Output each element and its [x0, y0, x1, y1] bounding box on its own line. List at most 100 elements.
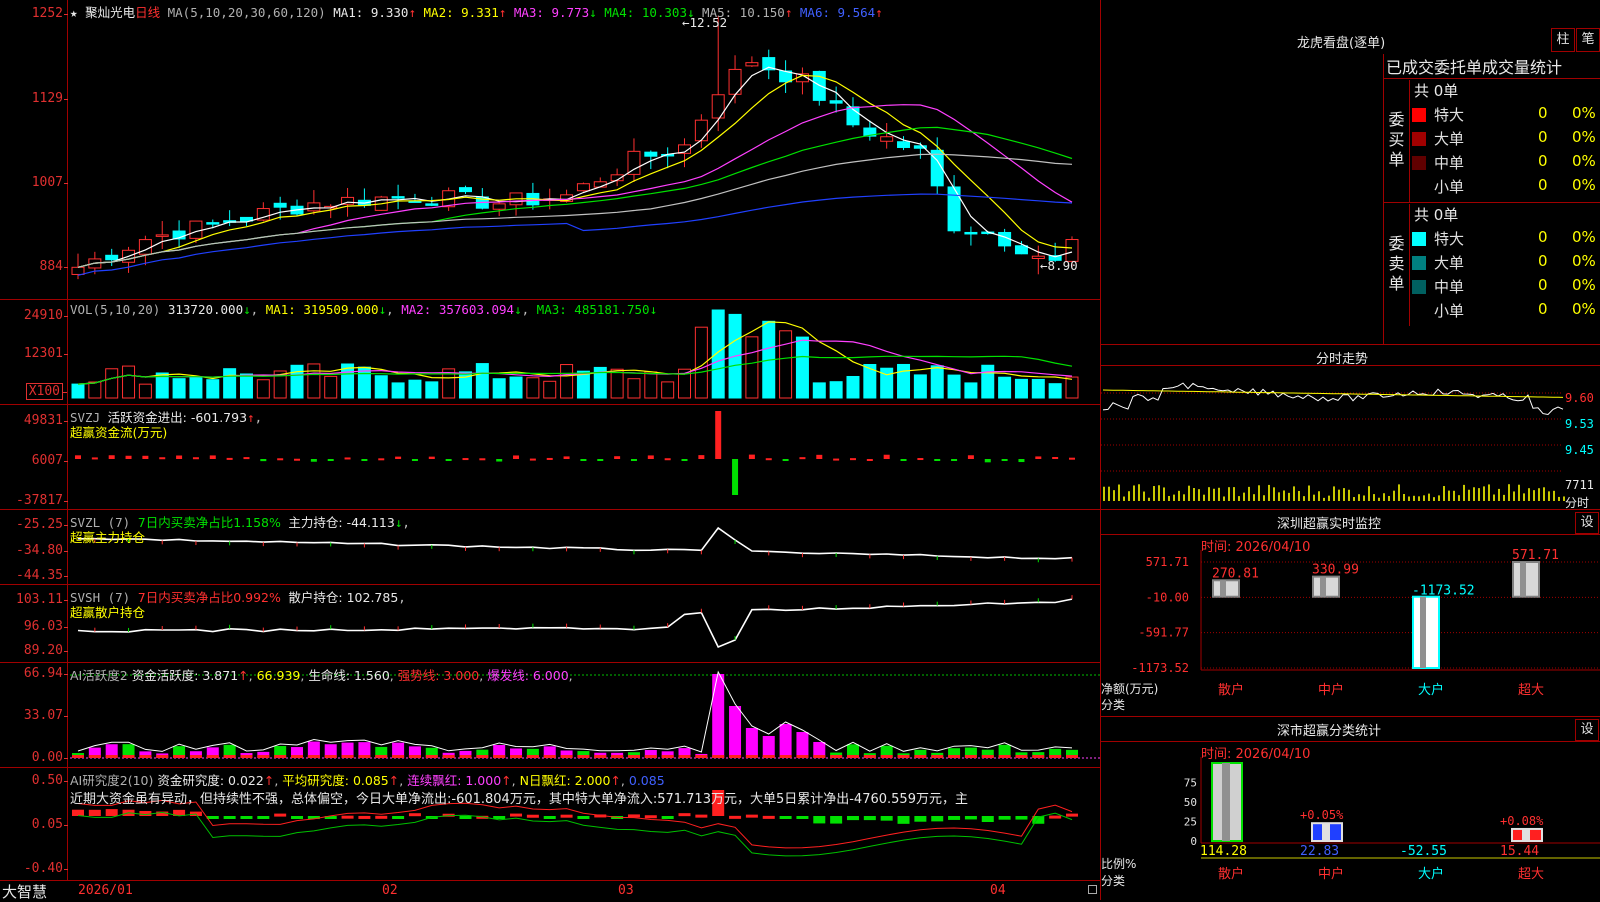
flow-bar: [496, 459, 503, 462]
research-bar: [408, 813, 421, 817]
bar-view-button[interactable]: 柱: [1551, 28, 1575, 52]
svsh-subtitle: 超赢散户持仓: [70, 605, 146, 620]
research-bar: [729, 815, 742, 819]
flow-bar: [917, 458, 924, 461]
svsh-pane[interactable]: 103.11 96.03 89.20 SVSH (7) 7日内买卖净占比0.99…: [0, 585, 1100, 663]
research-bar: [493, 816, 506, 819]
activity-base: [560, 755, 573, 758]
intraday-vol-bar: [1153, 486, 1155, 501]
activity-base: [762, 755, 775, 758]
intraday-panel[interactable]: 分时走势 9.60 9.53 9.45 7711 分时: [1100, 345, 1600, 510]
volume-bar: [779, 330, 793, 399]
monitor-category: 超大: [1518, 683, 1544, 698]
activity-base: [307, 755, 320, 758]
volume-bar: [256, 379, 270, 399]
intraday-vol-bar: [1113, 490, 1115, 501]
dragon-row-vol: 0: [1538, 252, 1548, 270]
research-bar: [510, 813, 523, 817]
activity-base: [392, 755, 405, 758]
swatch: [1412, 280, 1426, 294]
sell-total: 共 0单: [1414, 206, 1459, 224]
intraday-vol-bar: [1298, 490, 1300, 501]
candle-body: [492, 203, 506, 210]
intraday-vol-bar: [1248, 486, 1250, 501]
candle-body: [964, 231, 978, 235]
classify-bar-shade: [1522, 828, 1530, 841]
research-bar: [88, 809, 101, 816]
monitor-x-unit: 分类: [1101, 698, 1126, 712]
classify-panel[interactable]: 深市超赢分类统计 设 时间: 2026/04/10 75 50 25 0 114.28 散…: [1100, 717, 1600, 900]
volume-bar: [795, 336, 809, 399]
volume-bar: [947, 374, 961, 399]
research-bar: [459, 816, 472, 819]
intraday-vol-bar: [1268, 484, 1270, 501]
flow-bar: [378, 458, 385, 461]
svzl-pane[interactable]: -25.25 -34.80 -44.35 SVZL (7) 7日内买卖净占比1.…: [0, 510, 1100, 585]
buy-total: 共 0单: [1414, 82, 1459, 100]
flow-bar: [361, 459, 368, 461]
monitor-category: 大户: [1418, 682, 1444, 698]
research-bar: [796, 816, 809, 819]
intraday-vol-bar: [1108, 486, 1110, 501]
classify-chart[interactable]: 75 50 25 0114.28 散户 +0.05% 22.83 中户 -52.55 大户 +0.0…: [1101, 717, 1600, 900]
dragon-row-vol: 0: [1538, 152, 1548, 170]
favorite-star-icon[interactable]: ★: [70, 5, 78, 20]
volume-bar: [981, 364, 995, 399]
intraday-vol-bar: [1363, 495, 1365, 501]
monitor-panel[interactable]: 深圳超赢实时监控 设 时间: 2026/04/10 571.71 -10.00 -5…: [1100, 510, 1600, 717]
activity-base: [1049, 755, 1062, 758]
volume-pane[interactable]: 24910 12301 X100 VOL(5,10,20) 313720.000…: [0, 300, 1100, 405]
svzl-subtitle: 超赢主力持仓: [70, 530, 146, 545]
ai-research-pane[interactable]: 0.50 0.05 -0.40 AI研究度2(10) 资金研究度: 0.022↑…: [0, 768, 1100, 880]
flow-bar: [125, 455, 132, 459]
ma3-line: [77, 104, 1073, 268]
dragon-row-pct: 0%: [1572, 300, 1596, 318]
research-bar: [341, 815, 354, 819]
intraday-vol-bar: [1193, 488, 1195, 501]
candle-body: [189, 220, 203, 239]
dragon-row-label: 中单: [1434, 278, 1465, 296]
kline-chart[interactable]: [0, 0, 1100, 300]
intraday-vol-bar: [1178, 490, 1180, 501]
flow-bar: [1052, 457, 1059, 460]
vol-ma3: MA3: 485181.750: [536, 302, 650, 317]
intraday-vol-bar: [1448, 490, 1450, 501]
volume-bar: [1031, 378, 1045, 399]
activity-base: [1066, 755, 1078, 758]
activity-base: [914, 755, 927, 758]
dragon-row-label: 大单: [1434, 254, 1465, 272]
intraday-vol-bar: [1473, 487, 1475, 501]
candle-body: [71, 266, 85, 275]
dragon-row-pct: 0%: [1572, 104, 1596, 122]
dragon-row-label: 特大: [1434, 230, 1465, 248]
intraday-vol-bar: [1203, 494, 1205, 501]
volume-bar: [711, 309, 725, 399]
volume-bar: [526, 377, 540, 399]
app-brand: 大智慧: [2, 883, 48, 901]
dragon-row-label: 小单: [1434, 302, 1465, 320]
volume-bar: [425, 381, 439, 399]
intraday-vol-bar: [1468, 489, 1470, 501]
dragon-row-label: 特大: [1434, 106, 1465, 124]
tick-view-button[interactable]: 笔: [1576, 28, 1600, 52]
kline-pane[interactable]: 1252 1129 1007 884 ★ 聚灿光电日线 MA(5,10,20,3…: [0, 0, 1100, 300]
classify-y-tick: 75: [1184, 777, 1197, 790]
intraday-vol-bar: [1543, 487, 1545, 501]
lock-icon[interactable]: [1088, 885, 1097, 894]
research-bar: [240, 816, 253, 819]
activity-base: [644, 755, 657, 758]
flow-bar: [75, 455, 81, 459]
flow-bar: [428, 456, 435, 459]
svzj-pane[interactable]: 49831 6007 -37817 SVZJ 活跃资金进出: -601.793↑…: [0, 405, 1100, 510]
intraday-chart[interactable]: [1101, 345, 1600, 510]
monitor-chart[interactable]: 571.71 -10.00 -591.77 -1173.52 270.81 散户 330.9…: [1101, 510, 1600, 717]
volume-bar: [408, 379, 422, 399]
intraday-vol-bar: [1498, 488, 1500, 501]
intraday-vol-bar: [1428, 493, 1430, 501]
volume-bar: [930, 365, 944, 399]
period-label[interactable]: 日线: [135, 5, 160, 20]
ai-activity-pane[interactable]: 66.94 33.07 0.00 AI活跃度2 资金活跃度: 3.871↑, 6…: [0, 663, 1100, 768]
research-bar: [745, 814, 758, 818]
activity-base: [156, 755, 169, 758]
intraday-vol-bar: [1368, 486, 1370, 501]
